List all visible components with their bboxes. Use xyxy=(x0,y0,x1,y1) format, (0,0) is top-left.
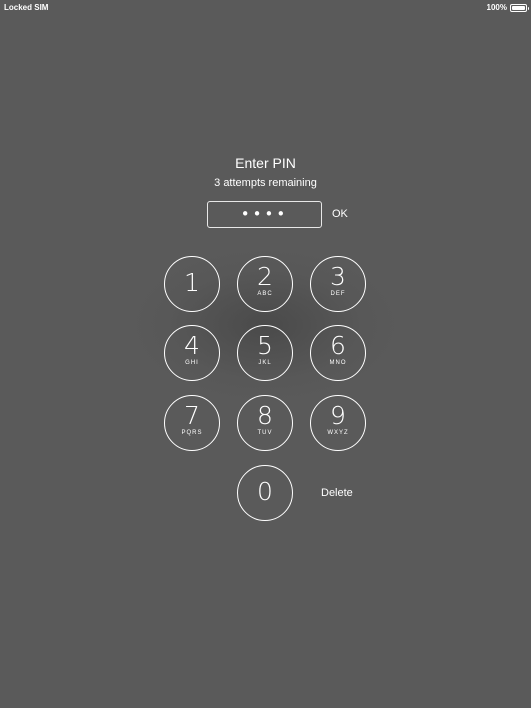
carrier-label: Locked SIM xyxy=(4,3,49,12)
key-7[interactable]: 7 PQRS xyxy=(164,395,220,451)
key-letters: DEF xyxy=(330,291,346,297)
key-digit: 1 xyxy=(184,268,200,297)
pin-field[interactable]: •••• xyxy=(207,201,322,228)
page-title: Enter PIN xyxy=(235,155,296,171)
key-digit: 0 xyxy=(257,477,273,506)
ok-button[interactable]: OK xyxy=(332,208,348,220)
battery-fill xyxy=(512,5,525,10)
key-9[interactable]: 9 WXYZ xyxy=(310,395,366,451)
key-digit: 4 xyxy=(184,331,200,360)
key-letters: TUV xyxy=(257,430,273,436)
key-1[interactable]: 1 xyxy=(164,256,220,312)
key-digit: 5 xyxy=(257,331,273,360)
key-5[interactable]: 5 JKL xyxy=(237,325,293,381)
key-0[interactable]: 0 xyxy=(237,465,293,521)
status-bar: Locked SIM 100% xyxy=(0,0,531,14)
key-letters: JKL xyxy=(258,360,272,366)
key-letters: WXYZ xyxy=(327,430,349,436)
key-2[interactable]: 2 ABC xyxy=(237,256,293,312)
key-letters: PQRS xyxy=(181,430,203,436)
key-digit: 2 xyxy=(257,262,273,291)
key-digit: 8 xyxy=(257,401,273,430)
key-3[interactable]: 3 DEF xyxy=(310,256,366,312)
key-4[interactable]: 4 GHI xyxy=(164,325,220,381)
key-digit: 6 xyxy=(330,331,346,360)
attempts-remaining: 3 attempts remaining xyxy=(214,177,317,189)
battery-indicator: 100% xyxy=(486,3,529,12)
battery-tip xyxy=(527,6,529,10)
key-6[interactable]: 6 MNO xyxy=(310,325,366,381)
key-digit: 9 xyxy=(330,401,346,430)
key-digit: 3 xyxy=(330,262,346,291)
key-letters: ABC xyxy=(257,291,273,297)
key-8[interactable]: 8 TUV xyxy=(237,395,293,451)
delete-button[interactable]: Delete xyxy=(321,487,353,499)
key-letters: MNO xyxy=(329,360,347,366)
key-letters: GHI xyxy=(185,360,199,366)
key-digit: 7 xyxy=(184,401,200,430)
battery-percent: 100% xyxy=(486,3,507,12)
battery-icon xyxy=(510,3,529,12)
